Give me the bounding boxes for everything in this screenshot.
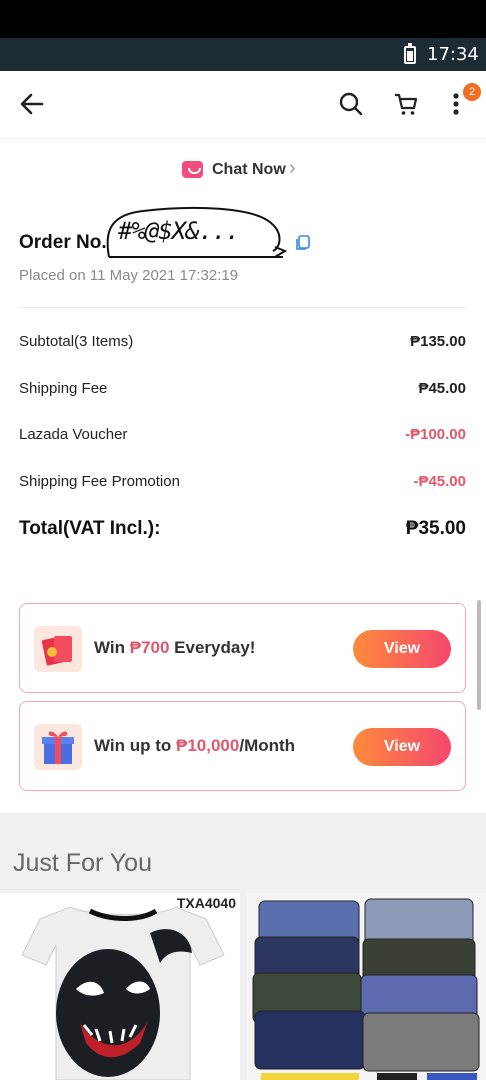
summary-label: Shipping Fee Promotion [19, 473, 180, 490]
summary-row-shipping-fee: Shipping Fee ₱45.00 [19, 380, 466, 404]
summary-label: Subtotal(3 Items) [19, 333, 134, 350]
summary-row-total: Total(VAT Incl.): ₱35.00 [19, 518, 466, 542]
chevron-right-icon: › [289, 157, 296, 179]
promo-text: Win up to ₱10,000/Month [94, 736, 296, 755]
promo-text: Win ₱700 Everyday! [94, 638, 256, 657]
gift-box-icon [34, 724, 82, 770]
product-card[interactable]: TXA4040 [0, 893, 240, 1080]
product-sku: TXA4040 [176, 895, 236, 911]
red-envelope-icon [34, 626, 82, 672]
placed-on-date: Placed on 11 May 2021 17:32:19 [19, 267, 239, 284]
app-bar [0, 71, 486, 139]
promo-card: Win up to ₱10,000/Month View [19, 701, 466, 791]
product-card[interactable] [247, 893, 486, 1080]
summary-row-subtotal: Subtotal(3 Items) ₱135.00 [19, 333, 466, 357]
cart-icon[interactable] [391, 89, 421, 119]
summary-value: -₱45.00 [413, 473, 466, 490]
divider [19, 307, 466, 308]
top-black-bar [0, 0, 486, 38]
promo-card: Win ₱700 Everyday! View [19, 603, 466, 693]
summary-value: ₱135.00 [410, 333, 466, 350]
status-bar: 17:34 [0, 38, 486, 71]
total-label: Total(VAT Incl.): [19, 518, 161, 539]
summary-row-shipping-promotion: Shipping Fee Promotion -₱45.00 [19, 473, 466, 497]
notification-badge: 2 [463, 83, 481, 101]
chat-icon [182, 161, 203, 178]
status-time: 17:34 [427, 44, 479, 65]
summary-label: Shipping Fee [19, 380, 108, 397]
order-number-redacted: #%@$X&... [118, 217, 240, 245]
copy-icon[interactable] [295, 235, 311, 251]
chat-now-label: Chat Now [212, 161, 286, 178]
view-button[interactable]: View [353, 630, 451, 668]
order-number-label: Order No. [19, 232, 107, 253]
product-image-tshirt [0, 893, 240, 1080]
product-image-boxers [247, 893, 486, 1080]
battery-icon [404, 43, 416, 64]
summary-value: ₱45.00 [418, 380, 466, 397]
summary-row-voucher: Lazada Voucher -₱100.00 [19, 426, 466, 450]
search-icon[interactable] [336, 89, 366, 119]
chat-now-button[interactable]: Chat Now › [0, 140, 486, 200]
arrow-left-icon[interactable] [17, 89, 47, 119]
view-button[interactable]: View [353, 728, 451, 766]
total-value: ₱35.00 [405, 518, 466, 539]
summary-label: Lazada Voucher [19, 426, 128, 443]
scrollbar[interactable] [477, 600, 481, 710]
summary-value: -₱100.00 [405, 426, 466, 443]
just-for-you-title: Just For You [13, 849, 152, 877]
